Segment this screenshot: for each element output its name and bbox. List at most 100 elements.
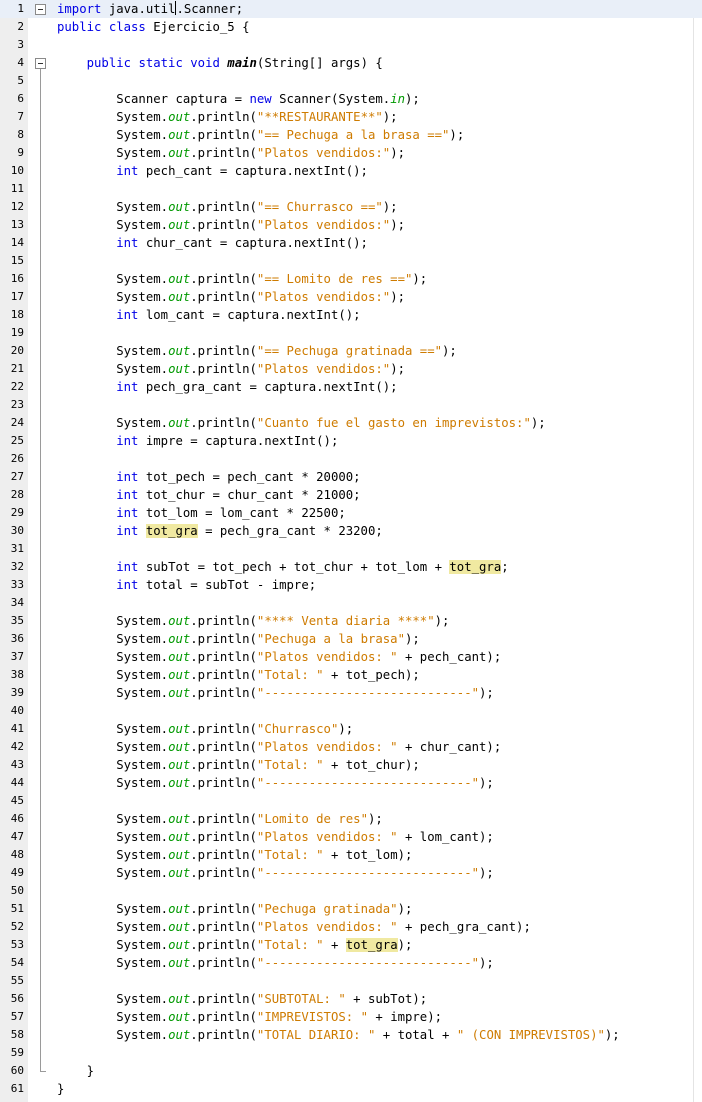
code-line[interactable]: 35 System.out.println("**** Venta diaria… bbox=[0, 612, 702, 630]
code-text[interactable]: public class Ejercicio_5 { bbox=[57, 18, 250, 36]
code-line[interactable]: 44 System.out.println("-----------------… bbox=[0, 774, 702, 792]
code-line[interactable]: 28 int tot_chur = chur_cant * 21000; bbox=[0, 486, 702, 504]
code-line[interactable]: 22 int pech_gra_cant = captura.nextInt()… bbox=[0, 378, 702, 396]
code-line[interactable]: 1 import java.util.Scanner; bbox=[0, 0, 702, 18]
code-text[interactable]: System.out.println("Platos vendidos: " +… bbox=[57, 648, 501, 666]
code-text[interactable]: System.out.println("Lomito de res"); bbox=[57, 810, 383, 828]
code-line[interactable]: 3 bbox=[0, 36, 702, 54]
code-text[interactable]: int lom_cant = captura.nextInt(); bbox=[57, 306, 360, 324]
code-text[interactable]: System.out.println("Platos vendidos:"); bbox=[57, 288, 405, 306]
code-text[interactable]: int total = subTot - impre; bbox=[57, 576, 316, 594]
code-line[interactable]: 6 Scanner captura = new Scanner(System.i… bbox=[0, 90, 702, 108]
code-line[interactable]: 7 System.out.println("**RESTAURANTE**"); bbox=[0, 108, 702, 126]
code-text[interactable]: System.out.println("Platos vendidos: " +… bbox=[57, 828, 494, 846]
code-text[interactable]: System.out.println("Cuanto fue el gasto … bbox=[57, 414, 545, 432]
code-line[interactable]: 14 int chur_cant = captura.nextInt(); bbox=[0, 234, 702, 252]
code-line[interactable]: 24 System.out.println("Cuanto fue el gas… bbox=[0, 414, 702, 432]
code-text[interactable]: System.out.println("Platos vendidos: " +… bbox=[57, 918, 531, 936]
code-line[interactable]: 25 int impre = captura.nextInt(); bbox=[0, 432, 702, 450]
code-line[interactable]: 50 bbox=[0, 882, 702, 900]
code-line[interactable]: 60 } bbox=[0, 1062, 702, 1080]
code-line[interactable]: 9 System.out.println("Platos vendidos:")… bbox=[0, 144, 702, 162]
code-line[interactable]: 29 int tot_lom = lom_cant * 22500; bbox=[0, 504, 702, 522]
code-editor[interactable]: 1 import java.util.Scanner; 2 public class … bbox=[0, 0, 702, 1102]
code-text[interactable]: int tot_gra = pech_gra_cant * 23200; bbox=[57, 522, 383, 540]
code-text[interactable]: System.out.println("SUBTOTAL: " + subTot… bbox=[57, 990, 427, 1008]
code-text[interactable]: int pech_gra_cant = captura.nextInt(); bbox=[57, 378, 397, 396]
code-text[interactable]: int pech_cant = captura.nextInt(); bbox=[57, 162, 368, 180]
code-text[interactable]: } bbox=[57, 1062, 94, 1080]
code-text[interactable]: int tot_chur = chur_cant * 21000; bbox=[57, 486, 360, 504]
code-text[interactable]: System.out.println("--------------------… bbox=[57, 684, 494, 702]
code-line[interactable]: 36 System.out.println("Pechuga a la bras… bbox=[0, 630, 702, 648]
code-line[interactable]: 48 System.out.println("Total: " + tot_lo… bbox=[0, 846, 702, 864]
code-line[interactable]: 47 System.out.println("Platos vendidos: … bbox=[0, 828, 702, 846]
code-line[interactable]: 57 System.out.println("IMPREVISTOS: " + … bbox=[0, 1008, 702, 1026]
code-line[interactable]: 53 System.out.println("Total: " + tot_gr… bbox=[0, 936, 702, 954]
code-text[interactable]: Scanner captura = new Scanner(System.in)… bbox=[57, 90, 420, 108]
code-text[interactable]: System.out.println("== Pechuga gratinada… bbox=[57, 342, 457, 360]
code-text[interactable]: System.out.println("Total: " + tot_lom); bbox=[57, 846, 412, 864]
code-text[interactable]: System.out.println("--------------------… bbox=[57, 774, 494, 792]
code-text[interactable]: import java.util.Scanner; bbox=[57, 0, 243, 18]
code-text[interactable]: int tot_pech = pech_cant * 20000; bbox=[57, 468, 360, 486]
code-line[interactable]: 12 System.out.println("== Churrasco ==")… bbox=[0, 198, 702, 216]
code-text[interactable]: System.out.println("--------------------… bbox=[57, 954, 494, 972]
code-line[interactable]: 26 bbox=[0, 450, 702, 468]
code-line[interactable]: 38 System.out.println("Total: " + tot_pe… bbox=[0, 666, 702, 684]
code-line[interactable]: 58 System.out.println("TOTAL DIARIO: " +… bbox=[0, 1026, 702, 1044]
code-line[interactable]: 15 bbox=[0, 252, 702, 270]
code-line[interactable]: 2 public class Ejercicio_5 { bbox=[0, 18, 702, 36]
code-line[interactable]: 20 System.out.println("== Pechuga gratin… bbox=[0, 342, 702, 360]
code-line[interactable]: 55 bbox=[0, 972, 702, 990]
code-text[interactable]: System.out.println("Pechuga gratinada"); bbox=[57, 900, 412, 918]
code-text[interactable]: System.out.println("**RESTAURANTE**"); bbox=[57, 108, 397, 126]
code-text[interactable]: System.out.println("Total: " + tot_pech)… bbox=[57, 666, 420, 684]
code-text[interactable]: System.out.println("--------------------… bbox=[57, 864, 494, 882]
code-line[interactable]: 10 int pech_cant = captura.nextInt(); bbox=[0, 162, 702, 180]
code-line[interactable]: 37 System.out.println("Platos vendidos: … bbox=[0, 648, 702, 666]
code-line[interactable]: 54 System.out.println("-----------------… bbox=[0, 954, 702, 972]
code-text[interactable]: System.out.println("Platos vendidos:"); bbox=[57, 216, 405, 234]
code-line[interactable]: 19 bbox=[0, 324, 702, 342]
code-text[interactable]: int subTot = tot_pech + tot_chur + tot_l… bbox=[57, 558, 509, 576]
code-line[interactable]: 4 public static void main(String[] args)… bbox=[0, 54, 702, 72]
code-text[interactable]: } bbox=[57, 1080, 64, 1098]
code-line[interactable]: 40 bbox=[0, 702, 702, 720]
code-text[interactable]: System.out.println("Platos vendidos:"); bbox=[57, 360, 405, 378]
code-text[interactable]: int chur_cant = captura.nextInt(); bbox=[57, 234, 368, 252]
code-line[interactable]: 33 int total = subTot - impre; bbox=[0, 576, 702, 594]
code-line[interactable]: 17 System.out.println("Platos vendidos:"… bbox=[0, 288, 702, 306]
fold-collapse-icon[interactable] bbox=[35, 4, 46, 15]
code-text[interactable]: public static void main(String[] args) { bbox=[57, 54, 383, 72]
code-line[interactable]: 16 System.out.println("== Lomito de res … bbox=[0, 270, 702, 288]
code-text[interactable]: int impre = captura.nextInt(); bbox=[57, 432, 338, 450]
code-text[interactable]: System.out.println("Total: " + tot_chur)… bbox=[57, 756, 420, 774]
code-text[interactable]: System.out.println("== Churrasco =="); bbox=[57, 198, 397, 216]
code-line[interactable]: 34 bbox=[0, 594, 702, 612]
code-line[interactable]: 31 bbox=[0, 540, 702, 558]
code-line[interactable]: 46 System.out.println("Lomito de res"); bbox=[0, 810, 702, 828]
code-line[interactable]: 41 System.out.println("Churrasco"); bbox=[0, 720, 702, 738]
code-line[interactable]: 23 bbox=[0, 396, 702, 414]
code-line[interactable]: 27 int tot_pech = pech_cant * 20000; bbox=[0, 468, 702, 486]
code-line[interactable]: 59 bbox=[0, 1044, 702, 1062]
code-text[interactable]: System.out.println("Platos vendidos: " +… bbox=[57, 738, 501, 756]
code-text[interactable]: System.out.println("Churrasco"); bbox=[57, 720, 353, 738]
code-line[interactable]: 51 System.out.println("Pechuga gratinada… bbox=[0, 900, 702, 918]
fold-collapse-icon[interactable] bbox=[35, 58, 46, 69]
code-line[interactable]: 5 bbox=[0, 72, 702, 90]
code-line[interactable]: 42 System.out.println("Platos vendidos: … bbox=[0, 738, 702, 756]
code-line[interactable]: 49 System.out.println("-----------------… bbox=[0, 864, 702, 882]
code-text[interactable]: System.out.println("Pechuga a la brasa")… bbox=[57, 630, 420, 648]
code-line[interactable]: 32 int subTot = tot_pech + tot_chur + to… bbox=[0, 558, 702, 576]
code-line[interactable]: 18 int lom_cant = captura.nextInt(); bbox=[0, 306, 702, 324]
code-text[interactable]: int tot_lom = lom_cant * 22500; bbox=[57, 504, 346, 522]
code-line[interactable]: 39 System.out.println("-----------------… bbox=[0, 684, 702, 702]
code-text[interactable]: System.out.println("== Pechuga a la bras… bbox=[57, 126, 464, 144]
code-line[interactable]: 11 bbox=[0, 180, 702, 198]
code-line[interactable]: 45 bbox=[0, 792, 702, 810]
code-text[interactable]: System.out.println("IMPREVISTOS: " + imp… bbox=[57, 1008, 442, 1026]
code-line[interactable]: 13 System.out.println("Platos vendidos:"… bbox=[0, 216, 702, 234]
code-line[interactable]: 8 System.out.println("== Pechuga a la br… bbox=[0, 126, 702, 144]
